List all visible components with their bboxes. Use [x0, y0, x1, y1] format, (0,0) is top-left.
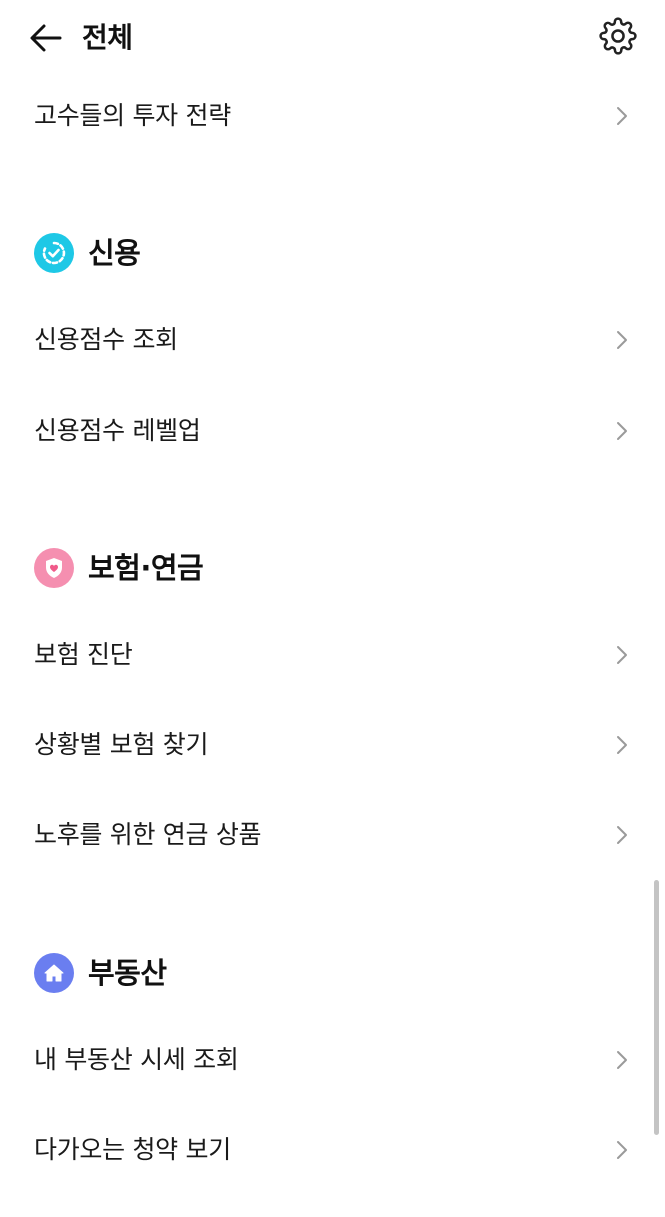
menu-item-label: 다가오는 청약 보기: [34, 1135, 231, 1164]
chevron-right-icon: [617, 1051, 627, 1069]
back-button[interactable]: [24, 16, 68, 60]
chevron-right-icon: [617, 1141, 627, 1159]
section-title: 부동산: [88, 956, 167, 990]
menu-item-label: 노후를 위한 연금 상품: [34, 820, 262, 849]
section-title: 신용: [88, 236, 141, 270]
menu-item-insurance-by-situation[interactable]: 상황별 보험 찾기: [0, 709, 665, 781]
menu-item-label: 상황별 보험 찾기: [34, 730, 209, 759]
menu-item-retirement-pension[interactable]: 노후를 위한 연금 상품: [0, 799, 665, 871]
chevron-right-icon: [617, 736, 627, 754]
chevron-right-icon: [617, 646, 627, 664]
heart-shield-icon: [34, 548, 74, 588]
menu-item-label: 보험 진단: [34, 640, 133, 669]
menu-item-label: 신용점수 레벨업: [34, 416, 201, 445]
menu-item-label: 고수들의 투자 전략: [34, 101, 231, 130]
section-header-credit: 신용: [0, 223, 665, 283]
section-header-real-estate: 부동산: [0, 943, 665, 1003]
menu-item-label: 내 부동산 시세 조회: [34, 1045, 239, 1074]
menu-item-credit-score-check[interactable]: 신용점수 조회: [0, 304, 665, 376]
menu-item-credit-score-levelup[interactable]: 신용점수 레벨업: [0, 395, 665, 467]
settings-button[interactable]: [596, 14, 640, 58]
chevron-right-icon: [617, 826, 627, 844]
menu-item-my-property-price[interactable]: 내 부동산 시세 조회: [0, 1024, 665, 1096]
scrollbar[interactable]: [654, 880, 659, 1135]
menu-item-expert-strategy[interactable]: 고수들의 투자 전략: [0, 80, 665, 152]
gear-icon: [599, 17, 637, 55]
app-header: 전체: [0, 0, 665, 76]
menu-item-upcoming-subscription[interactable]: 다가오는 청약 보기: [0, 1114, 665, 1186]
chevron-right-icon: [617, 422, 627, 440]
menu-item-insurance-diagnosis[interactable]: 보험 진단: [0, 619, 665, 691]
arrow-left-icon: [30, 24, 62, 52]
section-header-insurance-pension: 보험·연금: [0, 538, 665, 598]
credit-check-icon: [34, 233, 74, 273]
house-icon: [34, 953, 74, 993]
chevron-right-icon: [617, 331, 627, 349]
chevron-right-icon: [617, 107, 627, 125]
page-title: 전체: [82, 21, 133, 54]
menu-item-label: 신용점수 조회: [34, 325, 178, 354]
section-title: 보험·연금: [88, 551, 204, 585]
